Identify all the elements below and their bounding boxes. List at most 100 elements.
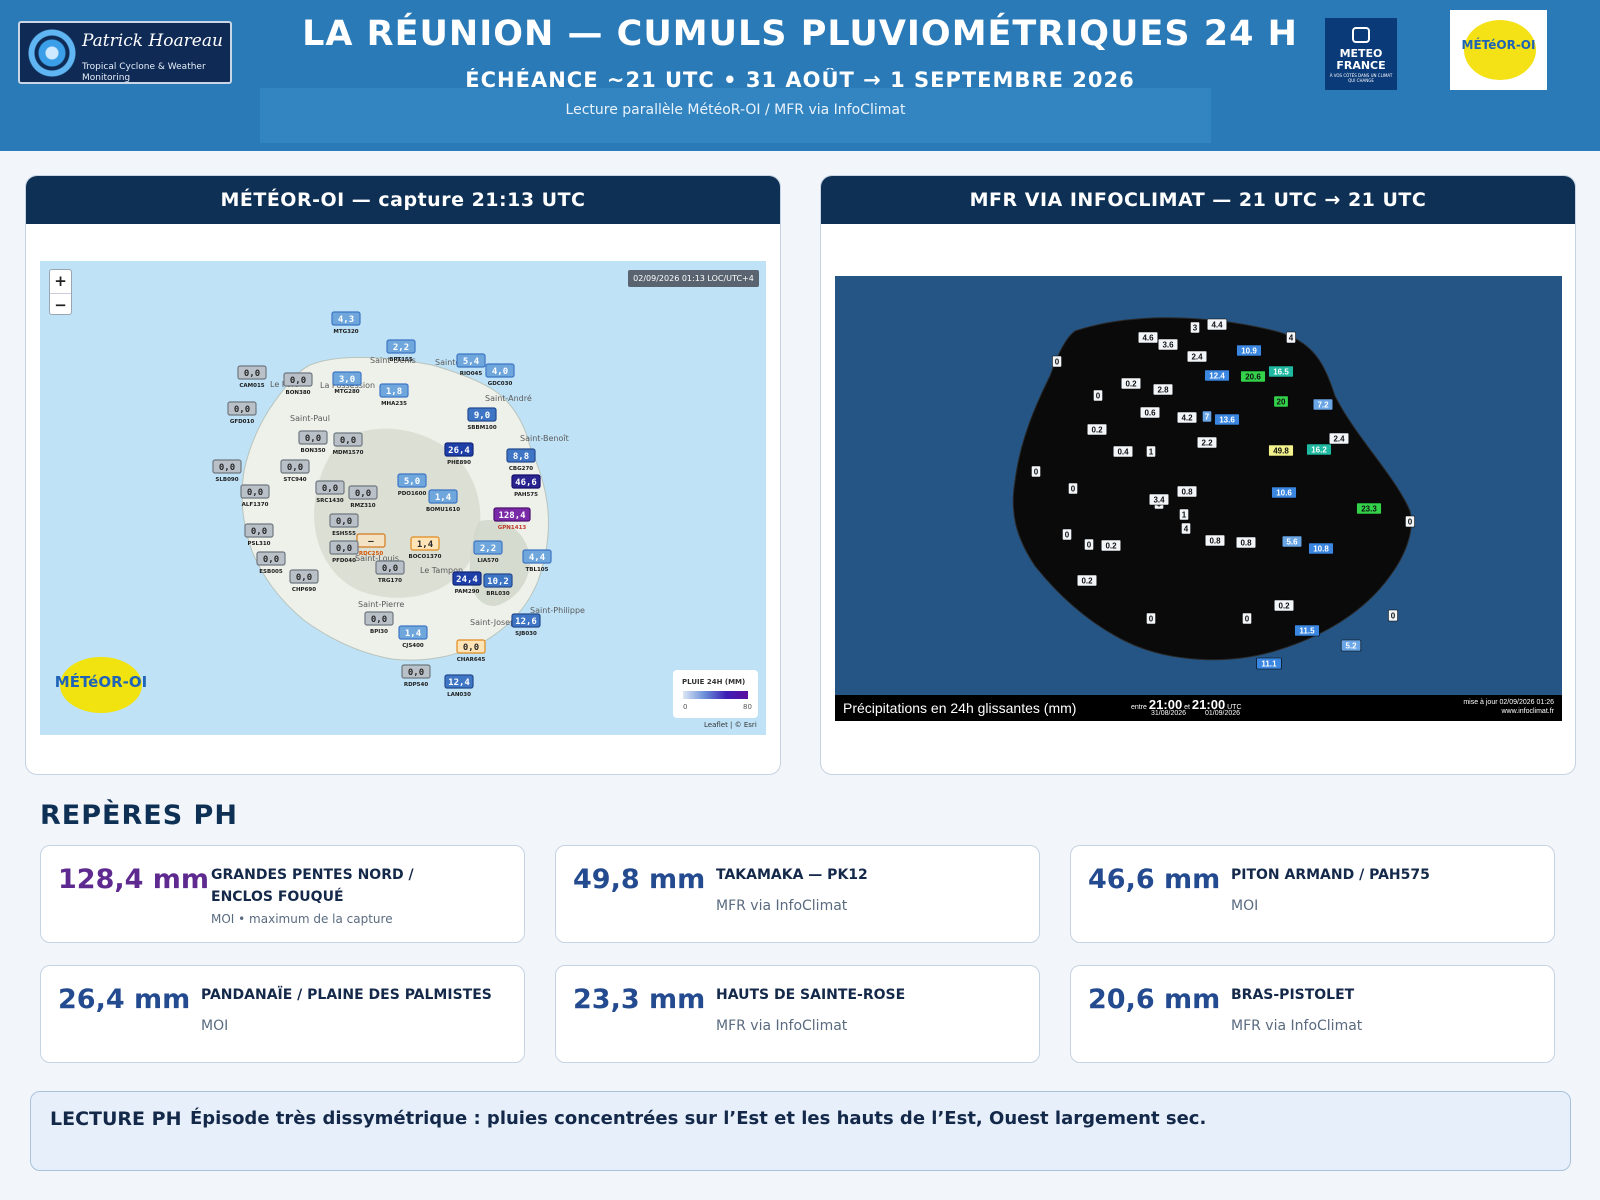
station-code: PHE890: [447, 460, 471, 466]
legend-max: 80: [743, 703, 752, 711]
station-code: BOCO1370: [409, 554, 442, 560]
value-text: 0: [1071, 485, 1076, 494]
value-text: 4.4: [1211, 321, 1223, 330]
station-value: 1,4: [405, 629, 422, 639]
station-value: 128,4: [498, 511, 526, 521]
station-code: BON380: [286, 390, 311, 396]
station-code: PAH575: [514, 492, 538, 498]
meteor-oi-map[interactable]: Saint-DenisSainte-MarieSaint-AndréSaint-…: [40, 261, 766, 735]
value-text: 0.2: [1125, 380, 1137, 389]
value-text: 4: [1184, 525, 1189, 534]
station-code: CBG270: [509, 466, 533, 472]
legend-colorbar: [683, 691, 748, 699]
infoclimat-map: 4.6 3.6 3 4.4 4 0 2.4 10.9 16.5 12.4 20.6 0.2 2.8 0 20…: [835, 276, 1562, 721]
station-value: 2,2: [480, 544, 496, 554]
repere-value: 49,8 mm: [573, 864, 706, 895]
meteo-france-logo-text: METEO FRANCE: [1336, 47, 1386, 72]
zoom-in-button[interactable]: +: [50, 270, 71, 293]
value-text: 0.8: [1209, 537, 1221, 546]
station-code: SRC1430: [316, 498, 344, 504]
repere-name: PANDANAÏE / PLAINE DES PALMISTES: [201, 987, 492, 1003]
panel-meteor-oi: MÉTÉOR-OI — capture 21:13 UTC Saint-Deni…: [25, 175, 781, 775]
infoclimat-caption: Précipitations en 24h glissantes (mm): [843, 700, 1077, 716]
station-code: ESB005: [259, 569, 283, 575]
station-code: PSL310: [248, 541, 271, 547]
station-code: PAM290: [455, 589, 480, 595]
value-text: 3.6: [1162, 341, 1174, 350]
station-code: ESH555: [332, 531, 356, 537]
panel-mfr-infoclimat: MFR VIA INFOCLIMAT — 21 UTC → 21 UTC 4.6…: [820, 175, 1576, 775]
station-code: CHP690: [292, 587, 316, 593]
panel-mfr-title: MFR VIA INFOCLIMAT — 21 UTC → 21 UTC: [821, 176, 1575, 224]
map-attribution[interactable]: Leaflet | © Esri: [704, 721, 757, 729]
station-code: CJS400: [402, 643, 424, 649]
value-text: 4: [1289, 334, 1294, 343]
station-code: GPN1413: [498, 525, 527, 531]
value-text: 0: [1055, 358, 1060, 367]
station-value: 3,0: [339, 375, 355, 385]
value-text: 12.4: [1209, 372, 1225, 381]
station-value: 0,0: [287, 463, 303, 473]
value-text: 0.8: [1240, 539, 1252, 548]
station-code: RDP540: [404, 682, 428, 688]
station-value: 0,0: [219, 463, 235, 473]
station-value: 0,0: [336, 517, 352, 527]
station-code: MTG320: [333, 329, 358, 335]
station-value: 0,0: [234, 405, 250, 415]
value-text: 0.6: [1144, 409, 1156, 418]
place-label: Saint-Paul: [290, 414, 330, 423]
station-value: 10,2: [487, 577, 509, 587]
station-code: BRL030: [486, 591, 510, 597]
value-text: 7.2: [1317, 401, 1329, 410]
value-text: 0.2: [1105, 542, 1117, 551]
meteo-france-logo-tagline: À VOS CÔTÉS DANS UN CLIMAT QUI CHANGE: [1329, 73, 1393, 83]
cyclone-swirl-icon: [28, 29, 76, 77]
station-code: GDC030: [488, 381, 513, 387]
infoclimat-footer: Précipitations en 24h glissantes (mm) en…: [835, 695, 1562, 721]
lecture-box: LECTURE PH Épisode très dissymétrique : …: [30, 1091, 1571, 1171]
repere-card-3: 46,6 mm PITON ARMAND / PAH575 MOI: [1070, 845, 1555, 943]
place-label: Saint-Pierre: [358, 600, 404, 609]
station-value: 0,0: [382, 564, 398, 574]
repere-card-6: 20,6 mm BRAS-PISTOLET MFR via InfoClimat: [1070, 965, 1555, 1063]
update-time: mise à jour 02/09/2026 01:26: [1463, 699, 1554, 706]
station-code: SLB090: [215, 477, 238, 483]
lecture-label: LECTURE PH: [50, 1108, 182, 1130]
zoom-out-button[interactable]: −: [50, 293, 71, 316]
repere-name: PITON ARMAND / PAH575: [1231, 867, 1430, 883]
station-value: 4,4: [529, 553, 546, 563]
meteo-france-mark-icon: [1352, 27, 1370, 43]
reperes-title: REPÈRES PH: [40, 800, 238, 831]
value-text: 16.2: [1311, 446, 1327, 455]
place-label: Saint-Benoît: [520, 434, 569, 443]
station-code: BPI30: [370, 629, 388, 635]
value-text: 11.5: [1299, 627, 1315, 636]
station-value: 1,4: [417, 540, 434, 550]
station-code: PFD040: [332, 558, 356, 564]
value-text: 4.6: [1142, 334, 1154, 343]
station-value: 0,0: [263, 555, 279, 565]
meteor-oi-logo-text: MÉTéOR-OI: [1461, 38, 1536, 52]
page-title: LA RÉUNION — CUMULS PLUVIOMÉTRIQUES 24 H: [302, 14, 1298, 54]
station-value: 4,3: [338, 315, 354, 325]
brand-tagline: Tropical Cyclone & Weather Monitoring: [82, 62, 206, 83]
station-value: 9,0: [474, 411, 490, 421]
repere-source: MFR via InfoClimat: [716, 1018, 848, 1034]
value-text: 0: [1391, 612, 1396, 621]
value-text: 0.2: [1091, 426, 1103, 435]
repere-name: GRANDES PENTES NORD / ENCLOS FOUQUÉ: [211, 864, 414, 908]
value-text: 0.2: [1278, 602, 1290, 611]
infoclimat-site[interactable]: www.infoclimat.fr: [1463, 707, 1554, 716]
value-text: 49.8: [1273, 447, 1289, 456]
value-text: 0.4: [1117, 448, 1129, 457]
legend-min: 0: [683, 703, 688, 711]
station-value: 1,8: [386, 387, 402, 397]
station-code: BOMU1610: [426, 507, 460, 513]
station-value: 12,4: [448, 678, 470, 688]
repere-name-line2: ENCLOS FOUQUÉ: [211, 889, 344, 905]
value-text: 2.4: [1191, 353, 1203, 362]
value-text: 0: [1065, 531, 1070, 540]
value-text: 0.8: [1181, 488, 1193, 497]
value-text: 0: [1149, 615, 1154, 624]
place-label: Saint-André: [485, 393, 532, 403]
